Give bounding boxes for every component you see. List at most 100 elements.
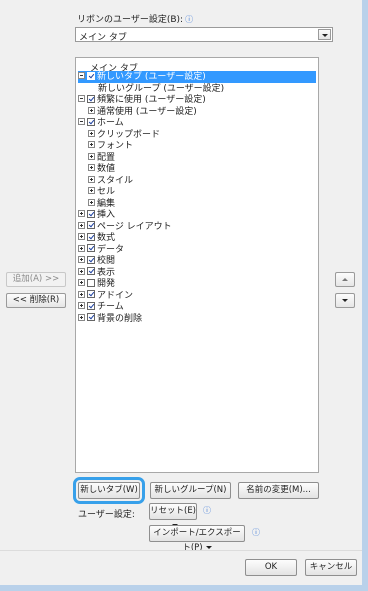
tree-row-label: アドイン — [97, 290, 134, 301]
move-down-button[interactable] — [335, 293, 355, 308]
tree-row[interactable]: データ — [78, 244, 124, 256]
tree-row-label: スタイル — [97, 175, 134, 186]
tree-row-label: 新しいグループ (ユーザー設定) — [98, 83, 225, 94]
tab-checkbox[interactable] — [87, 244, 95, 252]
expand-icon[interactable] — [88, 129, 95, 137]
tree-row-label: チーム — [97, 302, 124, 312]
expand-icon[interactable] — [78, 313, 85, 321]
tree-row[interactable]: 新しいタブ (ユーザー設定) — [78, 71, 316, 83]
expand-icon[interactable] — [78, 267, 85, 275]
chevron-down-icon — [205, 546, 212, 549]
dialog-frame: リボンのユーザー設定(B): ⓘ メイン タブ メイン タブ 新しいタブ (ユーザ… — [0, 0, 368, 591]
tree-row[interactable]: 新しいグループ (ユーザー設定) — [98, 83, 224, 95]
tree-row-label: 数式 — [97, 233, 116, 243]
ribbon-tabs-dropdown-value: メイン タブ — [79, 33, 127, 43]
tree-row[interactable]: 配置 — [88, 152, 115, 164]
tree-row[interactable]: ページ レイアウト — [78, 221, 172, 233]
tab-checkbox[interactable] — [87, 94, 95, 103]
expand-icon[interactable] — [78, 221, 85, 229]
rename-button[interactable]: 名前の変更(M)... — [238, 482, 319, 499]
remove-button[interactable]: << 削除(R) — [6, 293, 66, 308]
tab-checkbox[interactable] — [87, 232, 95, 241]
tree-row-label: 校閲 — [97, 256, 116, 266]
tree-row[interactable]: 表示 — [78, 267, 115, 279]
expand-icon[interactable] — [88, 187, 95, 194]
reset-button[interactable]: リセット(E) — [149, 503, 197, 527]
info-icon: ⓘ — [185, 15, 194, 24]
tree-row-label: 表示 — [97, 267, 116, 278]
import-export-button[interactable]: インポート/エクスポート(P) — [149, 525, 245, 553]
tree-row-label: 背景の削除 — [97, 313, 143, 324]
tree-row[interactable]: チーム — [78, 301, 124, 313]
tree-row[interactable]: セル — [88, 186, 115, 198]
tab-checkbox[interactable] — [87, 117, 95, 126]
tree-row-label: 数値 — [97, 164, 116, 174]
cancel-button[interactable]: キャンセル — [305, 559, 357, 576]
tree-row-label: セル — [97, 187, 116, 197]
tab-checkbox[interactable] — [87, 209, 95, 218]
expand-icon[interactable] — [88, 141, 95, 148]
tree-row[interactable]: 頻繁に使用 (ユーザー設定) — [78, 94, 206, 106]
tab-checkbox[interactable] — [87, 278, 95, 287]
tree-row[interactable]: フォント — [88, 140, 133, 152]
tree-row-label: データ — [97, 244, 125, 255]
tree-row[interactable]: 通常使用 (ユーザー設定) — [88, 106, 197, 118]
new-tab-button[interactable]: 新しいタブ(W) — [73, 477, 145, 504]
tree-row-label: フォント — [97, 141, 134, 151]
tree-row-label: 開発 — [97, 279, 116, 289]
collapse-icon[interactable] — [78, 118, 85, 125]
tree-row[interactable]: スタイル — [88, 175, 133, 187]
new-group-button[interactable]: 新しいグループ(N) — [150, 482, 231, 499]
add-button[interactable]: 追加(A) >> — [6, 272, 66, 287]
tree-row-label: クリップボード — [97, 129, 161, 140]
expand-icon[interactable] — [78, 302, 85, 309]
chevron-down-icon[interactable] — [318, 29, 331, 40]
tree-row[interactable]: 挿入 — [78, 209, 115, 221]
expand-icon[interactable] — [78, 210, 85, 217]
tree-row[interactable]: 数式 — [78, 232, 115, 244]
tab-checkbox[interactable] — [87, 71, 95, 80]
ribbon-customize-label: リボンのユーザー設定(B): ⓘ — [77, 12, 193, 25]
expand-icon[interactable] — [88, 198, 95, 206]
tree-row[interactable]: 編集 — [88, 198, 115, 210]
expand-icon[interactable] — [88, 175, 95, 183]
tab-checkbox[interactable] — [87, 267, 95, 275]
expand-icon[interactable] — [78, 279, 85, 286]
expand-icon[interactable] — [78, 233, 85, 240]
tree-row-label: ページ レイアウト — [97, 221, 172, 232]
ribbon-tree[interactable]: メイン タブ 新しいタブ (ユーザー設定) 新しいグループ (ユーザー設定) 頻繁に… — [75, 57, 319, 473]
tree-row[interactable]: ホーム — [78, 117, 124, 129]
tree-row[interactable]: 開発 — [78, 278, 115, 290]
tree-row-label: ホーム — [97, 118, 124, 128]
expand-icon[interactable] — [78, 244, 85, 252]
ribbon-customize-label-text: リボンのユーザー設定(B): — [77, 15, 184, 25]
tree-row-label: 編集 — [97, 198, 116, 209]
move-up-button[interactable] — [335, 272, 355, 287]
tree-row[interactable]: 数値 — [88, 163, 115, 175]
expand-icon[interactable] — [88, 164, 95, 171]
info-icon: ⓘ — [203, 506, 211, 515]
tab-checkbox[interactable] — [87, 301, 95, 310]
expand-icon[interactable] — [88, 152, 95, 160]
tab-checkbox[interactable] — [87, 221, 95, 229]
tree-row-label: 挿入 — [97, 210, 116, 220]
tab-checkbox[interactable] — [87, 290, 95, 298]
expand-icon[interactable] — [88, 106, 95, 114]
tree-row[interactable]: クリップボード — [88, 129, 160, 141]
tree-row[interactable]: 背景の削除 — [78, 313, 142, 325]
tree-row[interactable]: 校閲 — [78, 255, 115, 267]
tree-row-label: 配置 — [97, 152, 116, 163]
tree-row-label: 新しいタブ (ユーザー設定) — [97, 72, 206, 82]
tab-checkbox[interactable] — [87, 255, 95, 264]
expand-icon[interactable] — [78, 290, 85, 298]
ribbon-tabs-dropdown[interactable]: メイン タブ — [75, 27, 333, 43]
collapse-icon[interactable] — [78, 95, 85, 102]
ok-button[interactable]: OK — [245, 559, 297, 576]
tree-row[interactable]: アドイン — [78, 290, 133, 302]
tree-row-label: 頻繁に使用 (ユーザー設定) — [97, 95, 206, 105]
collapse-icon[interactable] — [78, 72, 85, 79]
tab-checkbox[interactable] — [87, 313, 95, 321]
expand-icon[interactable] — [78, 256, 85, 263]
divider — [0, 550, 362, 551]
tree-row-label: 通常使用 (ユーザー設定) — [97, 106, 197, 117]
